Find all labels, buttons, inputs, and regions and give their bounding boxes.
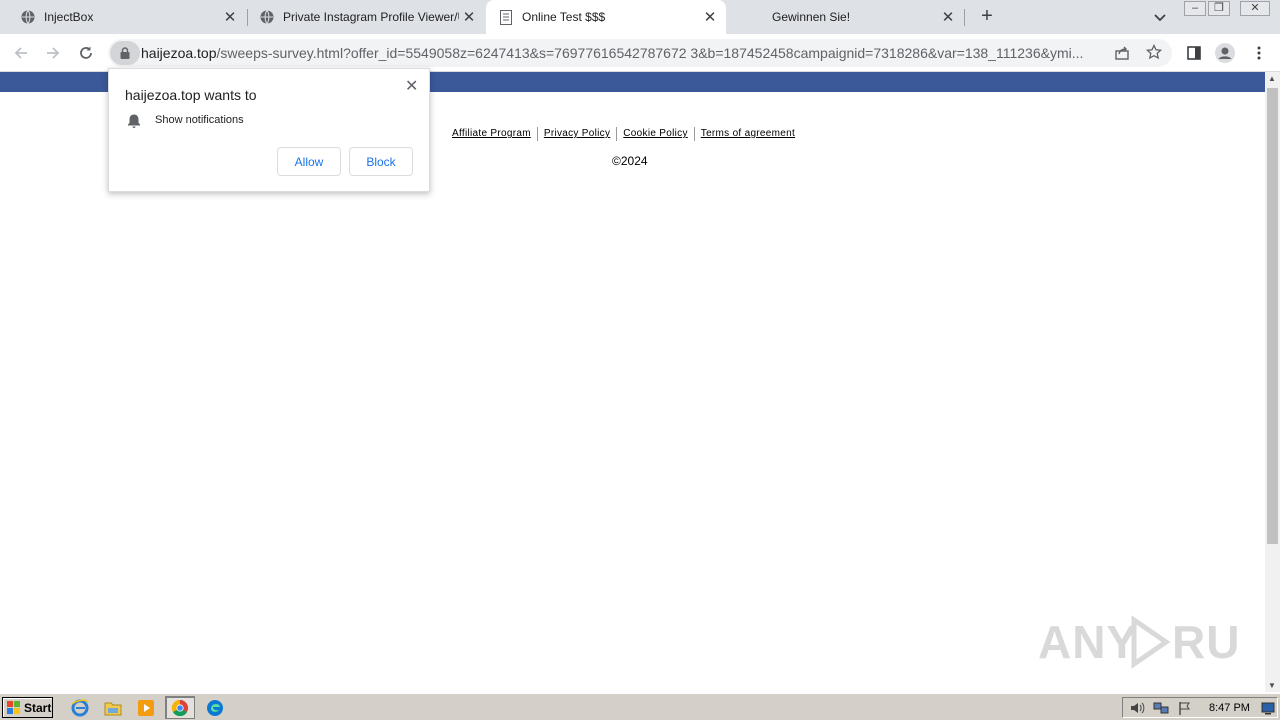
blank-favicon <box>738 9 754 25</box>
forward-icon[interactable] <box>42 42 64 64</box>
lock-icon[interactable] <box>110 41 140 65</box>
tab-close-icon[interactable]: ✕ <box>700 7 720 27</box>
volume-icon[interactable] <box>1129 701 1145 715</box>
reload-icon[interactable] <box>75 42 97 64</box>
terms-of-agreement-link[interactable]: Terms of agreement <box>695 128 801 141</box>
start-button[interactable]: Start <box>2 697 53 718</box>
tab-title: Online Test $$$ <box>522 10 606 24</box>
chrome-taskbar-button[interactable] <box>165 696 195 719</box>
menu-kebab-icon[interactable] <box>1248 42 1270 64</box>
profile-avatar-icon[interactable] <box>1214 42 1236 64</box>
action-center-flag-icon[interactable] <box>1177 701 1193 715</box>
tab-online-test[interactable]: Online Test $$$ ✕ <box>486 0 726 34</box>
tab-strip: InjectBox ✕ Private Instagram Profile Vi… <box>0 0 1280 34</box>
block-button[interactable]: Block <box>349 147 413 176</box>
star-icon[interactable] <box>1145 43 1163 60</box>
edge-icon[interactable] <box>205 698 225 718</box>
tab-close-icon[interactable]: ✕ <box>220 7 240 27</box>
anyrun-logo: ANY RUN <box>1038 615 1238 669</box>
globe-icon <box>20 9 36 25</box>
url-text[interactable]: haijezoa.top/sweeps-survey.html?offer_id… <box>141 45 1101 61</box>
tab-title: Gewinnen Sie! <box>772 10 851 24</box>
footer-links: Affiliate Program Privacy Policy Cookie … <box>446 127 801 141</box>
anyrun-watermark: ANY RUN <box>1038 612 1238 672</box>
show-desktop-icon[interactable] <box>1261 701 1275 715</box>
tab-injectbox[interactable]: InjectBox ✕ <box>8 0 246 34</box>
share-icon[interactable] <box>1114 45 1130 61</box>
media-player-icon[interactable] <box>136 698 156 718</box>
clock[interactable]: 8:47 PM <box>1209 702 1250 714</box>
affiliate-program-link[interactable]: Affiliate Program <box>446 128 537 141</box>
tab-title: InjectBox <box>44 10 94 24</box>
bell-icon <box>127 113 141 129</box>
side-panel-icon[interactable] <box>1183 42 1205 64</box>
tab-instagram-viewer[interactable]: Private Instagram Profile Viewer/Unl ✕ <box>247 0 485 34</box>
start-label: Start <box>24 700 52 715</box>
tab-close-icon[interactable]: ✕ <box>459 7 479 27</box>
svg-text:RUN: RUN <box>1172 616 1238 668</box>
tab-divider <box>964 9 965 26</box>
tab-title: Private Instagram Profile Viewer/Unl <box>283 10 459 24</box>
url-host: haijezoa.top <box>141 45 217 61</box>
prompt-message: Show notifications <box>155 114 244 126</box>
close-window-button[interactable]: ✕ <box>1240 1 1270 16</box>
document-icon <box>498 9 514 25</box>
windows-taskbar: Start 8:47 PM <box>0 693 1280 720</box>
scroll-up-arrow-icon[interactable]: ▲ <box>1268 74 1276 83</box>
svg-text:ANY: ANY <box>1038 616 1138 668</box>
chrome-icon <box>171 699 188 716</box>
windows-logo-icon <box>7 700 21 715</box>
system-tray: 8:47 PM <box>1122 697 1278 718</box>
network-icon[interactable] <box>1153 701 1169 715</box>
address-bar[interactable]: haijezoa.top/sweeps-survey.html?offer_id… <box>108 39 1172 67</box>
restore-button[interactable]: ❐ <box>1208 1 1230 16</box>
tab-gewinnen[interactable]: Gewinnen Sie! ✕ <box>726 0 964 34</box>
tab-search-icon[interactable] <box>1152 9 1168 25</box>
file-explorer-icon[interactable] <box>103 698 123 718</box>
notification-permission-prompt: haijezoa.top wants to ✕ Show notificatio… <box>108 68 430 192</box>
back-icon[interactable] <box>10 42 32 64</box>
privacy-policy-link[interactable]: Privacy Policy <box>538 128 616 141</box>
globe-icon <box>259 9 275 25</box>
scrollbar-thumb[interactable] <box>1267 88 1278 544</box>
new-tab-button[interactable]: + <box>977 6 997 27</box>
browser-toolbar: haijezoa.top/sweeps-survey.html?offer_id… <box>0 34 1280 72</box>
url-path: /sweeps-survey.html?offer_id=5549058z=62… <box>216 45 1084 61</box>
vertical-scrollbar[interactable]: ▲ ▼ <box>1265 72 1280 692</box>
close-icon[interactable]: ✕ <box>405 76 418 96</box>
prompt-title: haijezoa.top wants to <box>125 87 257 103</box>
allow-button[interactable]: Allow <box>277 147 341 176</box>
minimize-button[interactable]: – <box>1184 1 1206 16</box>
cookie-policy-link[interactable]: Cookie Policy <box>617 128 693 141</box>
copyright-text: ©2024 <box>612 154 648 168</box>
screen: InjectBox ✕ Private Instagram Profile Vi… <box>0 0 1280 720</box>
tab-close-icon[interactable]: ✕ <box>938 7 958 27</box>
internet-explorer-icon[interactable] <box>70 698 90 718</box>
scroll-down-arrow-icon[interactable]: ▼ <box>1268 681 1276 690</box>
